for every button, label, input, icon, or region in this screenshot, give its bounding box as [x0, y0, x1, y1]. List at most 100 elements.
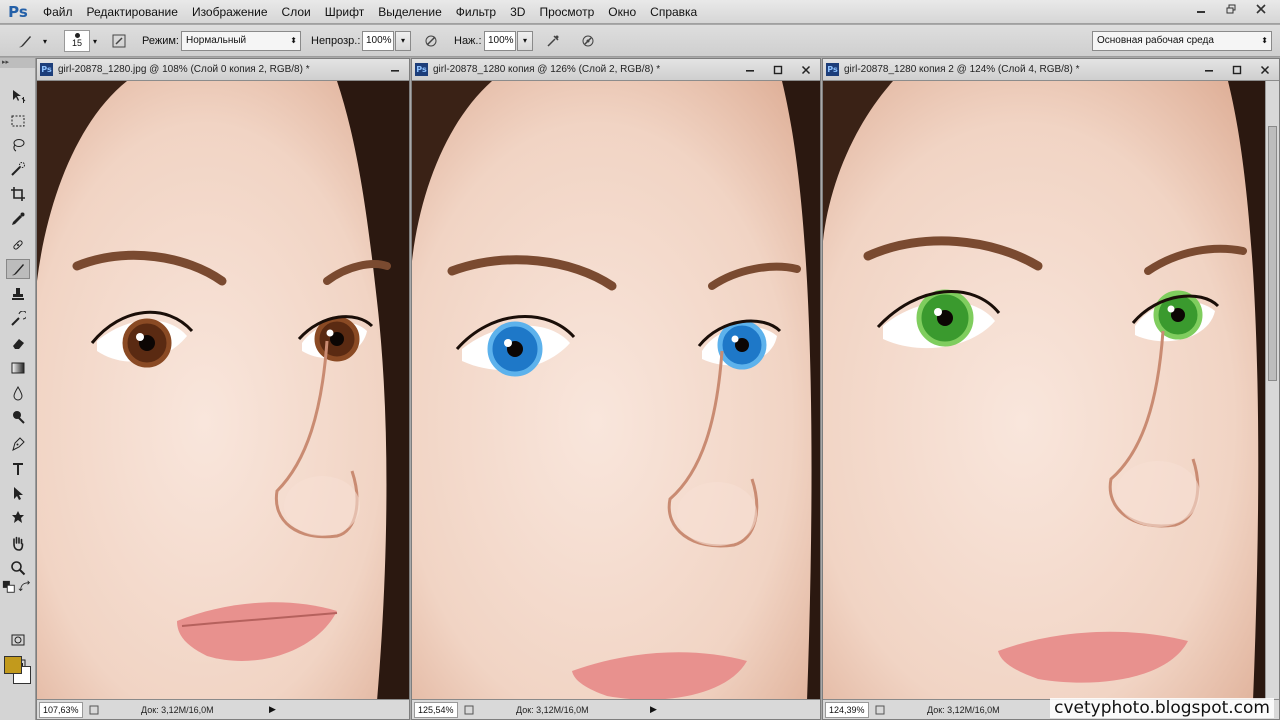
menu-edit[interactable]: Редактирование [80, 0, 185, 24]
vertical-scrollbar[interactable] [1265, 81, 1279, 699]
foreground-color-swatch[interactable] [4, 656, 22, 674]
scrollbar-thumb[interactable] [1268, 126, 1277, 381]
pressure-label: Наж.: [454, 35, 482, 47]
status-info-icon[interactable] [87, 703, 101, 717]
portrait-photo [823, 81, 1265, 699]
pen-tool-icon[interactable] [6, 434, 30, 454]
photoshop-logo: Ps [8, 2, 28, 21]
mode-select-arrow-icon: ⬍ [290, 36, 297, 45]
dodge-tool-icon[interactable] [6, 407, 30, 427]
opacity-dropdown-icon[interactable]: ▾ [395, 31, 411, 51]
menu-type[interactable]: Шрифт [318, 0, 371, 24]
minimize-icon[interactable] [381, 59, 409, 80]
history-brush-tool-icon[interactable] [6, 309, 30, 329]
portrait-photo [37, 81, 409, 699]
clone-stamp-tool-icon[interactable] [6, 284, 30, 304]
opacity-input[interactable]: 100% [362, 31, 394, 51]
zoom-tool-icon[interactable] [6, 558, 30, 578]
document-tab-1[interactable]: Ps girl-20878_1280.jpg @ 108% (Слой 0 ко… [37, 59, 409, 81]
tools-panel: ▸▸ [0, 58, 36, 720]
swap-colors-icon[interactable] [18, 580, 32, 594]
menu-window[interactable]: Окно [601, 0, 643, 24]
airbrush-icon[interactable] [542, 31, 564, 51]
zoom-level-input[interactable]: 107,63% [39, 701, 83, 718]
menu-filter[interactable]: Фильтр [449, 0, 503, 24]
custom-shape-tool-icon[interactable] [6, 507, 30, 527]
maximize-icon[interactable] [1223, 59, 1251, 80]
watermark: cvetyphoto.blogspot.com [1050, 698, 1274, 718]
minimize-icon[interactable] [1195, 59, 1223, 80]
workspace-select[interactable]: Основная рабочая среда ⬍ [1092, 31, 1272, 51]
pressure-dropdown-icon[interactable]: ▾ [517, 31, 533, 51]
document-window-2: Ps girl-20878_1280 копия @ 126% (Слой 2,… [411, 58, 821, 720]
maximize-icon[interactable] [764, 59, 792, 80]
close-icon[interactable] [792, 59, 820, 80]
workspace-select-arrow-icon: ⬍ [1261, 36, 1268, 45]
lasso-tool-icon[interactable] [6, 135, 30, 155]
menu-bar: Ps Файл Редактирование Изображение Слои … [0, 0, 1280, 24]
close-icon[interactable] [1251, 59, 1279, 80]
image-canvas[interactable] [823, 81, 1265, 699]
gradient-tool-icon[interactable] [6, 358, 30, 378]
menu-items: Файл Редактирование Изображение Слои Шри… [36, 0, 704, 24]
brush-panel-icon[interactable] [108, 31, 130, 51]
menu-layers[interactable]: Слои [275, 0, 318, 24]
restore-icon[interactable] [1216, 0, 1246, 18]
portrait-photo [412, 81, 820, 699]
opacity-label: Непрозр.: [311, 35, 361, 47]
eyedropper-tool-icon[interactable] [6, 209, 30, 229]
mode-select[interactable]: Нормальный ⬍ [181, 31, 301, 51]
document-title: girl-20878_1280 копия 2 @ 124% (Слой 4, … [844, 64, 1080, 75]
ps-document-icon: Ps [415, 63, 428, 76]
mode-value: Нормальный [186, 35, 247, 46]
crop-tool-icon[interactable] [6, 184, 30, 204]
zoom-level-input[interactable]: 125,54% [414, 701, 458, 718]
default-colors-icon[interactable] [2, 580, 16, 594]
minimize-icon[interactable] [736, 59, 764, 80]
document-window-3: Ps girl-20878_1280 копия 2 @ 124% (Слой … [822, 58, 1280, 720]
path-selection-tool-icon[interactable] [6, 483, 30, 503]
menu-3d[interactable]: 3D [503, 0, 532, 24]
document-tab-2[interactable]: Ps girl-20878_1280 копия @ 126% (Слой 2,… [412, 59, 820, 81]
document-window-1: Ps girl-20878_1280.jpg @ 108% (Слой 0 ко… [36, 58, 410, 720]
pressure-input[interactable]: 100% [484, 31, 516, 51]
tool-preset-dropdown-icon[interactable]: ▾ [40, 31, 50, 51]
menu-select[interactable]: Выделение [371, 0, 449, 24]
move-tool-icon[interactable] [6, 86, 30, 106]
zoom-level-input[interactable]: 124,39% [825, 701, 869, 718]
marquee-tool-icon[interactable] [6, 111, 30, 131]
quick-mask-icon[interactable] [6, 630, 30, 650]
brush-size-dropdown-icon[interactable]: ▾ [90, 31, 100, 51]
blur-tool-icon[interactable] [6, 383, 30, 403]
brush-preset-picker[interactable]: 15 [64, 30, 90, 52]
minimize-icon[interactable] [1186, 0, 1216, 18]
document-title: girl-20878_1280 копия @ 126% (Слой 2, RG… [433, 64, 661, 75]
hand-tool-icon[interactable] [6, 533, 30, 553]
tablet-size-icon[interactable] [577, 31, 599, 51]
menu-image[interactable]: Изображение [185, 0, 275, 24]
menu-help[interactable]: Справка [643, 0, 704, 24]
status-info-icon[interactable] [462, 703, 476, 717]
window-controls [1186, 0, 1276, 22]
type-tool-icon[interactable] [6, 459, 30, 479]
quick-select-tool-icon[interactable] [6, 159, 30, 179]
close-icon[interactable] [1246, 0, 1276, 18]
ps-document-icon: Ps [826, 63, 839, 76]
status-menu-arrow-icon[interactable]: ▶ [269, 704, 276, 715]
document-tab-3[interactable]: Ps girl-20878_1280 копия 2 @ 124% (Слой … [823, 59, 1279, 81]
image-canvas[interactable] [412, 81, 820, 699]
status-info-icon[interactable] [873, 703, 887, 717]
status-menu-arrow-icon[interactable]: ▶ [650, 704, 657, 715]
menu-file[interactable]: Файл [36, 0, 80, 24]
brush-tool-icon[interactable] [14, 31, 36, 51]
image-canvas[interactable] [37, 81, 409, 699]
healing-brush-tool-icon[interactable] [6, 235, 30, 255]
options-bar: ▾ 15 ▾ Режим: Нормальный ⬍ Непрозр.: 100… [0, 25, 1280, 57]
brush-tool-icon[interactable] [6, 259, 30, 279]
menu-view[interactable]: Просмотр [532, 0, 601, 24]
eraser-tool-icon[interactable] [6, 333, 30, 353]
tablet-opacity-icon[interactable] [420, 31, 442, 51]
document-size-info: Док: 3,12M/16,0M [516, 704, 589, 715]
document-status-bar: 107,63% Док: 3,12M/16,0M ▶ [37, 699, 409, 719]
tools-panel-grip[interactable]: ▸▸ [0, 58, 35, 68]
